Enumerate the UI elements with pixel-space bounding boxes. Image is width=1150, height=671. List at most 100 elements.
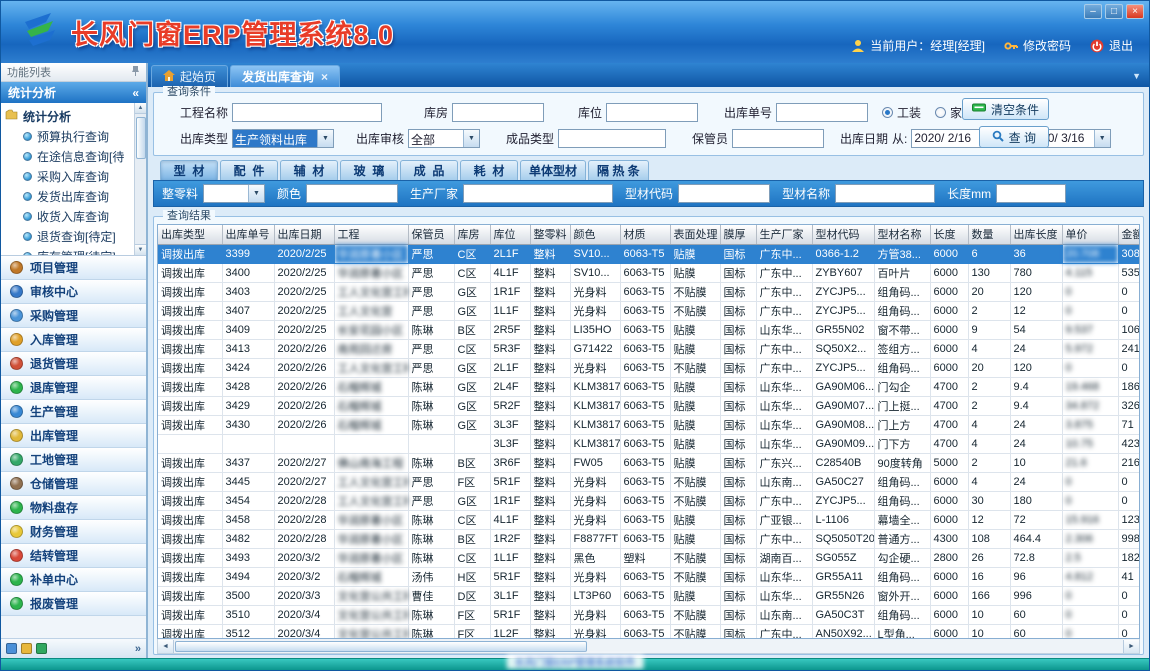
filter-input[interactable]	[306, 184, 398, 203]
table-row[interactable]: 调拨出库34932020/3/2华润原著小区陈琳C区1L1F整料黑色塑料不贴膜国…	[158, 548, 1140, 567]
sidebar-module[interactable]: 结转管理	[1, 544, 146, 568]
warehouse-input[interactable]	[452, 103, 544, 122]
table-row[interactable]: 调拨出库34242020/2/26工人文化宫工程严思G区2L1F整料光身料606…	[158, 358, 1140, 377]
tree-item[interactable]: 库存管理[待定]	[5, 246, 133, 256]
sidebar-module[interactable]: 退货管理	[1, 352, 146, 376]
sidebar-module[interactable]: 审核中心	[1, 280, 146, 304]
column-header[interactable]: 库房	[454, 225, 490, 244]
material-tab[interactable]: 玻 璃	[340, 160, 398, 180]
table-row[interactable]: 调拨出库34092020/2/25长安花园小区陈琳B区2R5F整料LI35HO6…	[158, 320, 1140, 339]
order-no-input[interactable]	[776, 103, 868, 122]
tree-item[interactable]: 发货出库查询	[5, 186, 133, 206]
table-row[interactable]: 调拨出库34582020/2/28华润原著小区陈琳C区4L1F整料光身料6063…	[158, 510, 1140, 529]
sidebar-module[interactable]: 补单中心	[1, 568, 146, 592]
material-tab[interactable]: 隔 热 条	[588, 160, 649, 180]
column-header[interactable]: 膜厚	[720, 225, 756, 244]
scroll-left-icon[interactable]: ◄	[158, 640, 174, 653]
sidebar-module[interactable]: 物料盘存	[1, 496, 146, 520]
material-tab[interactable]: 辅 材	[280, 160, 338, 180]
material-tab[interactable]: 配 件	[220, 160, 278, 180]
tab-shipment-outbound-query[interactable]: 发货出库查询 ×	[230, 65, 340, 87]
column-header[interactable]: 保管员	[408, 225, 454, 244]
collapse-icon[interactable]: «	[132, 86, 139, 100]
column-header[interactable]: 出库长度	[1010, 225, 1062, 244]
scroll-right-icon[interactable]: ►	[1123, 640, 1139, 653]
search-button[interactable]: 查 询	[979, 126, 1049, 148]
table-row[interactable]: 调拨出库34282020/2/26石榴辉城陈琳G区2L4F整料KLM381760…	[158, 377, 1140, 396]
sidebar-module[interactable]: 工地管理	[1, 448, 146, 472]
tree-item[interactable]: 收货入库查询	[5, 206, 133, 226]
table-row[interactable]: 调拨出库35002020/3/3文化宫公共工程曹佳D区3L1F整料LT3P606…	[158, 586, 1140, 605]
tree-scrollbar-thumb[interactable]	[136, 117, 146, 159]
location-input[interactable]	[606, 103, 698, 122]
outbound-type-select[interactable]: 生产领料出库 ▼	[232, 129, 334, 148]
project-name-input[interactable]	[232, 103, 382, 122]
column-header[interactable]: 型材名称	[874, 225, 930, 244]
sidebar-group-header[interactable]: 统计分析 «	[1, 82, 146, 103]
filter-input[interactable]	[996, 184, 1066, 203]
minimize-button[interactable]: –	[1084, 4, 1102, 19]
sidebar-module[interactable]: 仓储管理	[1, 472, 146, 496]
keeper-input[interactable]	[732, 129, 824, 148]
column-header[interactable]: 整零料	[530, 225, 570, 244]
product-type-input[interactable]	[558, 129, 666, 148]
scroll-up-icon[interactable]: ▲	[135, 103, 146, 114]
table-row[interactable]: 调拨出库34542020/2/28工人文化宫工程严思G区1R1F整料光身料606…	[158, 491, 1140, 510]
sidebar-module[interactable]: 财务管理	[1, 520, 146, 544]
tab-close-icon[interactable]: ×	[321, 70, 328, 84]
column-header[interactable]: 出库日期	[274, 225, 334, 244]
tree-item[interactable]: 退货查询[待定]	[5, 226, 133, 246]
material-tab[interactable]: 型 材	[160, 160, 218, 180]
tab-overflow-icon[interactable]: ▼	[1132, 71, 1141, 81]
table-row[interactable]: 调拨出库34942020/3/2石榴辉城汤伟H区5R1F整料光身料6063-T5…	[158, 567, 1140, 586]
column-header[interactable]: 长度	[930, 225, 968, 244]
filter-input[interactable]	[678, 184, 770, 203]
sidebar-module[interactable]: 出库管理	[1, 424, 146, 448]
material-tab[interactable]: 单体型材	[520, 160, 586, 180]
column-header[interactable]: 单价	[1062, 225, 1118, 244]
table-row[interactable]: 调拨出库34292020/2/26石榴辉城陈琳G区5R2F整料KLM381760…	[158, 396, 1140, 415]
column-header[interactable]: 表面处理	[670, 225, 720, 244]
table-row[interactable]: 3L3F整料KLM38176063-T5贴膜国标山东华...GA90M09...…	[158, 434, 1140, 453]
column-header[interactable]: 生产厂家	[756, 225, 812, 244]
table-row[interactable]: 调拨出库34032020/2/25工人文化宫工程严思G区1R1F整料光身料606…	[158, 282, 1140, 301]
sidebar-module[interactable]: 生产管理	[1, 400, 146, 424]
tab-home[interactable]: 起始页	[151, 65, 228, 87]
column-header[interactable]: 工程	[334, 225, 408, 244]
radio-gongzhuang[interactable]: 工装	[882, 104, 921, 121]
tree-item[interactable]: 在途信息查询[待	[5, 146, 133, 166]
column-header[interactable]: 颜色	[570, 225, 620, 244]
tree-item[interactable]: 预算执行查询	[5, 126, 133, 146]
sidebar-module[interactable]: 采购管理	[1, 304, 146, 328]
column-header[interactable]: 材质	[620, 225, 670, 244]
column-header[interactable]: 数量	[968, 225, 1010, 244]
footer-coin-icon[interactable]	[21, 643, 32, 654]
logout-link[interactable]: 退出	[1109, 37, 1133, 54]
table-row[interactable]: 调拨出库34372020/2/27佛山南海工程陈琳B区3R6F整料FW05606…	[158, 453, 1140, 472]
table-row[interactable]: 调拨出库34072020/2/25工人文化宫严思G区1L1F整料光身料6063-…	[158, 301, 1140, 320]
column-header[interactable]: 库位	[490, 225, 530, 244]
table-row[interactable]: 调拨出库34452020/2/27工人文化宫工程严思F区5R1F整料光身料606…	[158, 472, 1140, 491]
table-row[interactable]: 调拨出库35102020/3/4文化宫公共工程陈琳F区5R1F整料光身料6063…	[158, 605, 1140, 624]
maximize-button[interactable]: □	[1105, 4, 1123, 19]
material-tab[interactable]: 成 品	[400, 160, 458, 180]
scrollbar-thumb[interactable]	[175, 641, 587, 652]
outbound-audit-select[interactable]: 全部 ▼	[408, 129, 480, 148]
material-tab[interactable]: 耗 材	[460, 160, 518, 180]
sidebar-module[interactable]: 入库管理	[1, 328, 146, 352]
table-row[interactable]: 调拨出库34302020/2/26石榴辉城陈琳G区3L3F整料KLM381760…	[158, 415, 1140, 434]
table-row[interactable]: 调拨出库35122020/3/4文化宫公共工程陈琳F区1L2F整料光身料6063…	[158, 624, 1140, 639]
clear-conditions-button[interactable]: 清空条件	[962, 98, 1049, 120]
pin-icon[interactable]	[131, 65, 140, 79]
close-button[interactable]: ×	[1126, 4, 1144, 19]
column-header[interactable]: 型材代码	[812, 225, 874, 244]
table-row[interactable]: 调拨出库34132020/2/26南苑回迁房严思C区5R3F整料G7142260…	[158, 339, 1140, 358]
column-header[interactable]: 出库单号	[222, 225, 274, 244]
table-row[interactable]: 调拨出库34822020/2/28华润原著小区陈琳B区1R2F整料F8877FT…	[158, 529, 1140, 548]
filter-select[interactable]: 全部▼	[203, 184, 265, 203]
horizontal-scrollbar[interactable]: ◄ ►	[157, 639, 1140, 654]
footer-window-icon[interactable]	[6, 643, 17, 654]
expand-more-icon[interactable]: »	[135, 643, 141, 655]
tree-root[interactable]: 统计分析	[5, 106, 133, 126]
scroll-down-icon[interactable]: ▼	[135, 244, 146, 255]
